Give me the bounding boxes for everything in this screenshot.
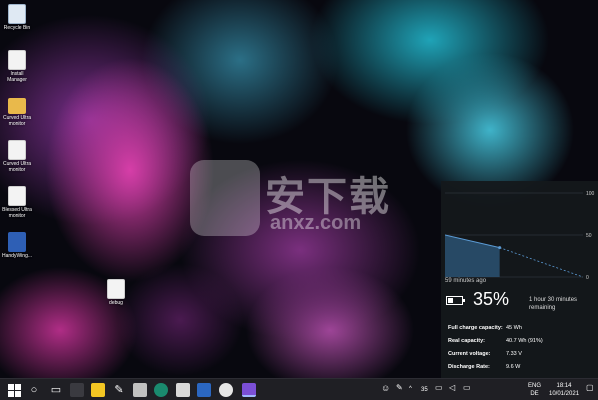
current-point (498, 246, 502, 250)
recycle-bin-icon (8, 4, 26, 24)
desktop-icon-label: debug (109, 300, 123, 306)
desktop-icon-install-manager[interactable]: Install Manager (2, 50, 32, 83)
start-button[interactable] (7, 383, 21, 397)
edge-icon[interactable] (154, 383, 168, 397)
battery-remaining: 1 hour 30 minutes remaining (529, 297, 578, 311)
desktop-icon-label: Install Manager (7, 71, 27, 83)
stat-discharge-rate: Discharge Rate: 9.6 W (448, 364, 521, 370)
desktop-icon-label: Recycle Bin (3, 25, 31, 31)
battery-percent: 35% (473, 289, 510, 309)
file-explorer-icon[interactable] (176, 383, 190, 397)
desktop-icon-blessed-monitor[interactable]: Blessed Ultra monitor (2, 186, 32, 219)
watermark-shield-logo (190, 160, 260, 236)
notifications-icon[interactable]: ▢ (586, 384, 594, 392)
desktop-icon-label: Curved Ultra monitor (2, 161, 32, 173)
document-icon (8, 50, 26, 70)
pen-workspace-icon[interactable]: ✎ (396, 384, 403, 392)
chevron-up-icon[interactable]: ^ (409, 385, 412, 393)
battery-chart: 100 50 0 (445, 191, 595, 281)
projection-line (499, 247, 584, 278)
desktop-icon-monitor-doc[interactable]: Curved Ultra monitor (2, 140, 32, 173)
app-icon (8, 232, 26, 252)
battery-icon (446, 296, 465, 305)
desktop-icon-handywing[interactable]: HandyWing... (2, 232, 32, 259)
battery-stats: Full charge capacity: 45 Wh Real capacity… (448, 322, 543, 374)
desktop-icon-label: Blessed Ultra monitor (2, 207, 32, 219)
search-icon[interactable]: ○ (27, 383, 41, 397)
battery-time-ago: 59 minutes ago (445, 278, 487, 284)
stat-voltage: Current voltage: 7.33 V (448, 351, 522, 357)
battery-tray-icon[interactable]: ▭ (463, 384, 471, 392)
desktop-icon-debug[interactable]: debug (101, 279, 131, 306)
tray-number[interactable]: 35 (421, 386, 428, 394)
y-tick-label: 100 (586, 191, 595, 197)
desktop-icon-label: HandyWing... (2, 253, 33, 259)
word-icon[interactable] (197, 383, 211, 397)
stat-full-charge: Full charge capacity: 45 Wh (448, 325, 522, 331)
document-icon (107, 279, 125, 299)
user-icon[interactable]: ☺ (381, 384, 390, 393)
document-icon (8, 140, 26, 160)
y-tick-label: 50 (586, 233, 592, 239)
y-tick-label: 0 (586, 275, 589, 281)
network-icon[interactable]: ▭ (435, 384, 443, 392)
volume-icon[interactable]: ◁ (449, 384, 455, 392)
language-indicator[interactable]: ENG DE (528, 382, 541, 398)
task-view-icon[interactable]: ▭ (49, 383, 63, 397)
desktop-icon-recycle-bin[interactable]: Recycle Bin (2, 4, 32, 31)
settings-app-icon[interactable] (133, 383, 147, 397)
taskbar: ○ ▭ ✎ ☺ ✎ ^ 35 ▭ ◁ ▭ ENG DE 18:14 10/01/20… (0, 378, 598, 400)
desktop-icon-folder[interactable]: Curved Ultra monitor (2, 94, 32, 127)
desktop-icon-label: Curved Ultra monitor (2, 115, 32, 127)
watermark: 安下载 anxz.com (190, 160, 400, 240)
paint-icon[interactable] (91, 383, 105, 397)
folder-icon (8, 98, 26, 114)
battery-flyout: 100 50 0 59 minutes ago 35% 1 hour 30 minu… (441, 181, 598, 378)
document-icon (8, 186, 26, 206)
chrome-icon[interactable] (219, 383, 233, 397)
watermark-domain: anxz.com (270, 212, 362, 234)
sticky-notes-icon[interactable] (70, 383, 84, 397)
pen-icon[interactable]: ✎ (112, 383, 126, 397)
clock[interactable]: 18:14 10/01/2021 (549, 382, 579, 398)
visual-studio-icon[interactable] (242, 383, 256, 397)
stat-real-capacity: Real capacity: 40.7 Wh (91%) (448, 338, 543, 344)
